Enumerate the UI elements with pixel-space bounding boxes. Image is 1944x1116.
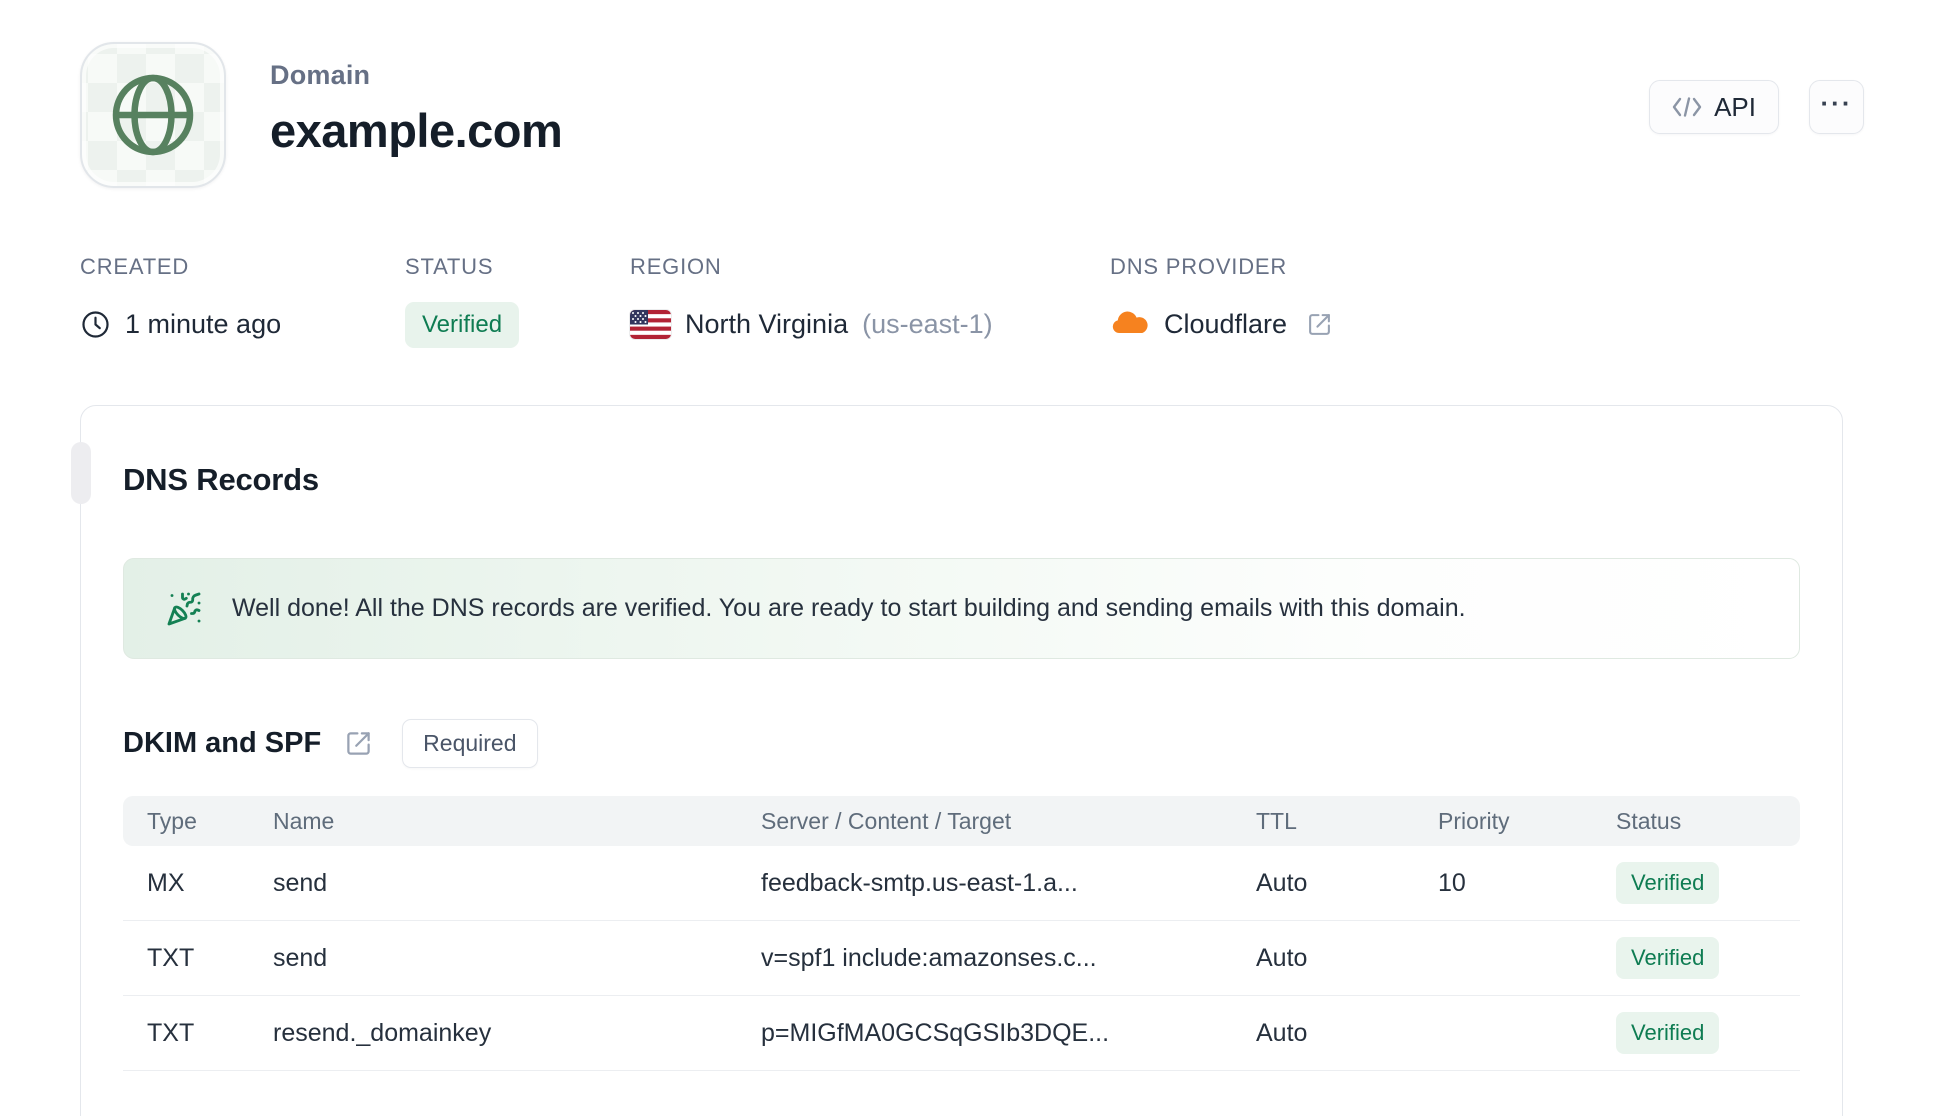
created-label: CREATED [80,254,190,279]
success-banner: Well done! All the DNS records are verif… [123,558,1800,659]
record-priority: 10 [1438,868,1466,897]
region-label: REGION [630,254,722,279]
table-row[interactable]: TXT resend._domainkey p=MIGfMA0GCSqGSIb3… [123,996,1800,1071]
record-content: v=spf1 include:amazonses.c... [761,943,1097,972]
region-name: North Virginia [685,308,849,339]
dns-provider-value: Cloudflare [1164,308,1288,339]
more-menu-button[interactable]: ··· [1809,80,1864,134]
col-header-content: Server / Content / Target [761,807,1012,834]
record-type: MX [147,868,185,897]
required-badge: Required [402,719,538,768]
dns-records-title: DNS Records [123,462,319,497]
record-type: TXT [147,943,195,972]
table-header-row: Type Name Server / Content / Target TTL … [123,796,1800,846]
api-button-label: API [1714,91,1756,122]
record-status-badge: Verified [1616,862,1720,904]
col-header-status: Status [1616,807,1682,834]
dkim-spf-section-head: DKIM and SPF Required [123,719,1800,768]
dns-provider-label: DNS PROVIDER [1110,254,1288,279]
success-banner-text: Well done! All the DNS records are verif… [232,594,1466,622]
record-type: TXT [147,1018,195,1047]
record-name: resend._domainkey [273,1018,492,1047]
col-header-ttl: TTL [1256,807,1297,834]
party-popper-icon [166,591,202,627]
col-header-type: Type [147,807,197,834]
status-badge: Verified [405,302,520,348]
record-status-badge: Verified [1616,1012,1720,1054]
record-content: p=MIGfMA0GCSqGSIb3DQE... [761,1018,1110,1047]
table-row[interactable]: TXT send v=spf1 include:amazonses.c... A… [123,921,1800,996]
status-label: STATUS [405,254,494,279]
record-ttl: Auto [1256,868,1308,897]
dkim-spf-title: DKIM and SPF [123,727,322,759]
us-flag-icon [630,309,671,339]
record-name: send [273,868,328,897]
table-row[interactable]: MX send feedback-smtp.us-east-1.a... Aut… [123,846,1800,921]
region-code: (us-east-1) [862,308,993,339]
created-value: 1 minute ago [125,308,282,339]
api-button[interactable]: API [1649,80,1779,134]
record-status-badge: Verified [1616,937,1720,979]
record-name: send [273,943,328,972]
dns-records-card: DNS Records Well done! All the DNS recor… [71,405,1843,1116]
domain-meta: CREATED 1 minute ago STATUS Verified REG… [0,254,1944,348]
dkim-spf-external-link-icon[interactable] [345,730,372,757]
globe-icon [103,65,203,165]
page-title: example.com [270,104,563,157]
domain-kicker: Domain [270,60,371,90]
code-icon [1672,96,1702,118]
clock-icon [80,309,111,340]
record-ttl: Auto [1256,1018,1308,1047]
record-content: feedback-smtp.us-east-1.a... [761,868,1078,897]
record-ttl: Auto [1256,943,1308,972]
cloudflare-icon [1110,311,1150,338]
domain-header: Domain example.com API ··· [0,0,1944,188]
col-header-priority: Priority [1438,807,1510,834]
provider-external-link-icon[interactable] [1307,312,1332,337]
col-header-name: Name [273,807,335,834]
card-scroll-tab [71,442,91,504]
dns-records-table: Type Name Server / Content / Target TTL … [123,796,1800,1071]
ellipsis-icon: ··· [1820,88,1853,118]
domain-avatar [80,42,226,188]
